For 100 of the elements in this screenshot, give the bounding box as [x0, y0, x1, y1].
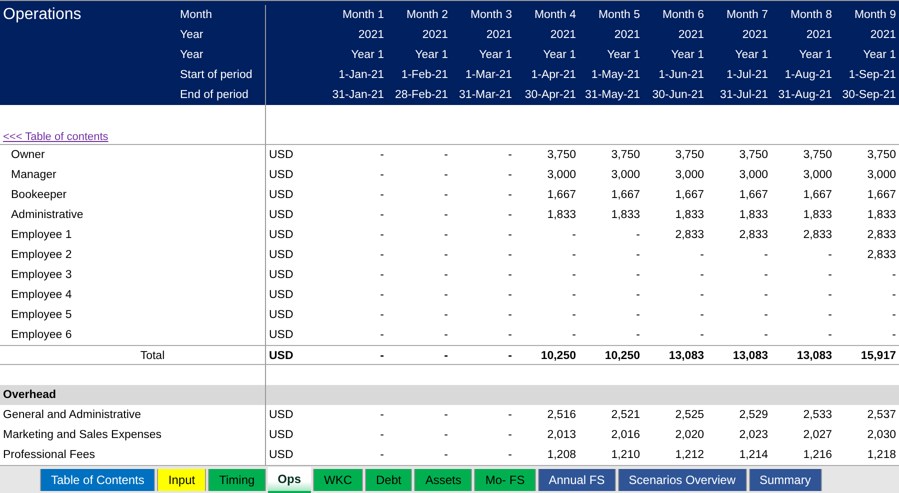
table-cell-text: - — [443, 308, 449, 323]
table-cell-text: 1,218 — [866, 448, 897, 463]
total-cell: 15,917 — [835, 345, 899, 365]
unit-cell-text: USD — [268, 448, 294, 463]
row-label: Bookeeper — [0, 185, 266, 205]
header-cell-text: 1-Aug-21 — [784, 68, 833, 83]
table-cell-text: - — [379, 308, 385, 323]
table-cell-text: 3,000 — [802, 168, 833, 183]
table-cell-text: - — [699, 328, 705, 343]
table-cell-text: 3,750 — [546, 148, 577, 163]
table-cell-text: - — [635, 308, 641, 323]
table-cell-text: 3,750 — [738, 148, 769, 163]
table-cell-text: - — [699, 248, 705, 263]
table-cell-text: - — [635, 288, 641, 303]
table-cell-text: 1,214 — [738, 448, 769, 463]
row-label: Employee 4 — [0, 285, 266, 305]
table-cell-text: - — [379, 248, 385, 263]
header-cell-text: Month 5 — [597, 8, 641, 23]
table-cell-text: - — [571, 228, 577, 243]
table-cell-text: 1,212 — [674, 448, 705, 463]
row-label: Employee 1 — [0, 225, 266, 245]
header-cell-text: 2021 — [677, 28, 705, 43]
sheet-tab[interactable]: Scenarios Overview — [618, 468, 746, 490]
header-label: Month — [180, 5, 266, 25]
sheet-tab[interactable]: WKC — [313, 468, 364, 490]
table-cell-text: - — [379, 148, 385, 163]
table-cell-text: - — [443, 208, 449, 223]
table-cell-text: 2,023 — [738, 428, 769, 443]
header-cell-text: Year 1 — [350, 48, 385, 63]
header-cell-text: 1-Jul-21 — [725, 68, 769, 83]
header-cell-text: Year 1 — [542, 48, 577, 63]
table-cell-text: - — [571, 328, 577, 343]
table-cell-text: - — [379, 188, 385, 203]
table-cell-text: - — [443, 188, 449, 203]
table-cell-text: 2,016 — [610, 428, 641, 443]
table-cell-text: 1,833 — [738, 208, 769, 223]
table-cell-text: - — [507, 168, 513, 183]
header-cell-text: 1-Feb-21 — [400, 68, 449, 83]
table-cell-text: - — [507, 408, 513, 423]
header-label: End of period — [180, 85, 266, 105]
table-cell-text: 3,000 — [866, 168, 897, 183]
header-cell-text: 1-Jan-21 — [338, 68, 385, 83]
table-cell-text: 3,750 — [610, 148, 641, 163]
table-of-contents-link[interactable]: <<< Table of contents — [3, 131, 108, 143]
unit-cell-text: USD — [268, 228, 294, 243]
table-cell-text: 1,667 — [546, 188, 577, 203]
header-cell-text: Year 1 — [798, 48, 833, 63]
table-cell-text: - — [763, 328, 769, 343]
table-cell-text: - — [507, 428, 513, 443]
table-cell-text: - — [635, 228, 641, 243]
header-cell-text: 2021 — [485, 28, 513, 43]
table-cell-text: - — [891, 288, 897, 303]
table-cell-text: 1,833 — [866, 208, 897, 223]
table-cell-text: 2,833 — [674, 228, 705, 243]
table-cell-text: - — [571, 248, 577, 263]
table-cell-text: - — [507, 208, 513, 223]
unit-cell-text: USD — [268, 428, 294, 443]
table-cell-text: - — [891, 268, 897, 283]
row-label: Employee 2 — [0, 245, 266, 265]
unit-cell-text: USD — [268, 328, 294, 343]
row-label: Employee 3 — [0, 265, 266, 285]
header-cell-text: 1-Apr-21 — [530, 68, 577, 83]
table-cell-text: 2,516 — [546, 408, 577, 423]
table-cell-text: - — [443, 228, 449, 243]
sheet-tab[interactable]: Timing — [208, 468, 266, 490]
table-cell-text: 3,750 — [674, 148, 705, 163]
header-cell-text: 2021 — [741, 28, 769, 43]
header-cell-text: 1-May-21 — [590, 68, 641, 83]
sheet-tab[interactable]: Ops — [268, 466, 312, 492]
table-cell-text: - — [763, 308, 769, 323]
table-cell-text: - — [763, 268, 769, 283]
table-cell-text: - — [827, 288, 833, 303]
table-cell-text: - — [571, 308, 577, 323]
table-cell-text: - — [443, 448, 449, 463]
header-cell-text: 1-Mar-21 — [464, 68, 513, 83]
table-cell-text: - — [507, 268, 513, 283]
header-cell-text: Month 4 — [533, 8, 577, 23]
table-cell-text: 1,210 — [610, 448, 641, 463]
sheet-tab[interactable]: Mo- FS — [474, 468, 536, 490]
sheet-tab[interactable]: Debt — [365, 468, 412, 490]
header-cell-text: Year 1 — [606, 48, 641, 63]
sheet-tab[interactable]: Assets — [414, 468, 472, 490]
header-cell-text: Year 1 — [670, 48, 705, 63]
header-cell-text: Year 1 — [734, 48, 769, 63]
header-cell-text: Year 1 — [478, 48, 513, 63]
sheet-tab[interactable]: Summary — [748, 468, 822, 490]
header-cell-text: 31-Mar-21 — [458, 88, 513, 103]
unit-cell-text: USD — [268, 148, 294, 163]
table-cell-text: 3,750 — [866, 148, 897, 163]
table-cell-text: - — [699, 268, 705, 283]
sheet-tab[interactable]: Annual FS — [538, 468, 616, 490]
header-cell-text: 30-Jun-21 — [651, 88, 705, 103]
sheet-tab[interactable]: Input — [157, 468, 206, 490]
table-cell-text: 1,833 — [546, 208, 577, 223]
table-cell-text: 1,667 — [674, 188, 705, 203]
header-cell-text: 28-Feb-21 — [394, 88, 449, 103]
row-label: Administrative — [0, 205, 266, 225]
sheet-tab[interactable]: Table of Contents — [40, 468, 156, 490]
table-cell-text: 1,667 — [802, 188, 833, 203]
row-label: Marketing and Sales Expenses — [0, 425, 266, 445]
